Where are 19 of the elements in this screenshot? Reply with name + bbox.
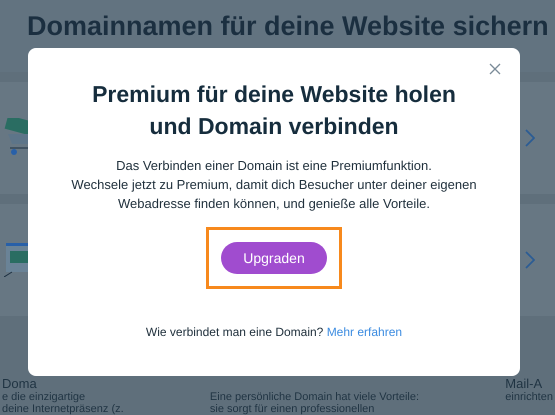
close-icon[interactable] — [488, 62, 502, 76]
dialog-title: Premium für deine Website holen und Domain verbinden — [91, 80, 457, 141]
feature-heading: Doma — [2, 377, 38, 391]
dialog-text: Das Verbinden einer Domain ist eine Premiumfunktion. — [116, 157, 432, 175]
feature-text: e die einzigartige — [2, 391, 86, 403]
learn-more-link[interactable]: Mehr erfahren — [326, 325, 402, 339]
help-text: Wie verbindet man eine Domain? Mehr erfahren — [146, 325, 402, 339]
chevron-right-icon — [525, 129, 535, 147]
upgrade-button[interactable]: Upgraden — [221, 242, 327, 274]
dialog-text: Webadresse finden können, und genieße alle Vorteile. — [118, 195, 430, 213]
chevron-right-icon — [525, 251, 535, 269]
dialog-text: Wechsele jetzt zu Premium, damit dich Besucher unter deiner eigenen — [71, 176, 477, 194]
page-title: Domainnamen für deine Website sichern — [27, 10, 549, 42]
feature-text: sie sorgt für einen professionellen — [210, 403, 376, 415]
feature-text: einrichten — [505, 391, 553, 403]
feature-heading: Mail-A — [505, 377, 544, 391]
feature-text: deine Internetpräsenz (z. — [2, 403, 124, 415]
browser-illustration-icon — [4, 243, 30, 277]
feature-text: Eine persönliche Domain hat viele Vorteile: — [210, 391, 420, 403]
